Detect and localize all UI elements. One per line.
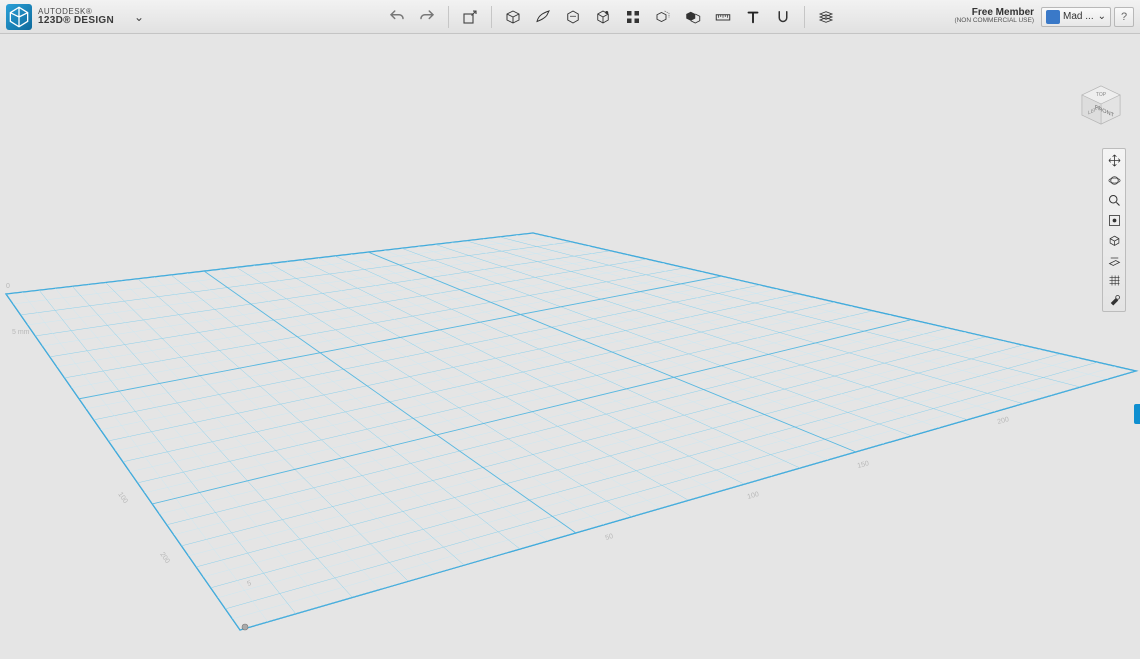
side-panel-handle[interactable] <box>1134 404 1140 424</box>
brand-block: AUTODESK® 123D® DESIGN <box>38 8 114 26</box>
user-dropdown[interactable]: Mad ... ⌄ <box>1041 7 1111 27</box>
primitives-button[interactable] <box>501 5 525 29</box>
measure-button[interactable] <box>711 5 735 29</box>
combine-button[interactable] <box>681 5 705 29</box>
toggle-visibility-button[interactable] <box>1103 230 1125 250</box>
brand-product: 123D® DESIGN <box>38 16 114 26</box>
avatar-icon <box>1046 10 1060 24</box>
orbit-button[interactable] <box>1103 170 1125 190</box>
pan-button[interactable] <box>1103 150 1125 170</box>
help-button[interactable]: ? <box>1114 7 1134 27</box>
3d-canvas[interactable]: 0 5 50 100 150 200 5 mm 100 200 TOP FRON… <box>0 34 1140 659</box>
account-status-sub: (NON COMMERCIAL USE) <box>954 18 1034 25</box>
grid-label: 100 <box>116 491 128 505</box>
viewcube-top-label: TOP <box>1096 92 1107 98</box>
toolbar-divider <box>491 6 492 28</box>
user-name: Mad ... <box>1063 11 1094 22</box>
fit-button[interactable] <box>1103 210 1125 230</box>
pattern-button[interactable] <box>621 5 645 29</box>
grid-label: 100 <box>747 491 760 501</box>
undo-button[interactable] <box>385 5 409 29</box>
viewcube[interactable]: TOP FRONT LEFT <box>1078 82 1124 128</box>
chevron-down-icon: ⌄ <box>1098 11 1106 22</box>
grid-label: 5 mm <box>12 329 30 336</box>
account-status: Free Member (NON COMMERCIAL USE) <box>954 8 1034 25</box>
top-toolbar: AUTODESK® 123D® DESIGN ⌄ <box>0 0 1140 34</box>
toolbar-divider <box>448 6 449 28</box>
snap-button[interactable] <box>771 5 795 29</box>
grid-label: 0 <box>6 283 10 290</box>
grid-label: 5 <box>246 580 252 588</box>
construct-button[interactable] <box>561 5 585 29</box>
navigation-toolbar <box>1102 148 1126 312</box>
insert-button[interactable] <box>458 5 482 29</box>
grid-label: 200 <box>997 416 1010 426</box>
redo-button[interactable] <box>415 5 439 29</box>
toggle-grid-button[interactable] <box>1103 270 1125 290</box>
grid-label: 50 <box>605 533 615 542</box>
grouping-button[interactable] <box>651 5 675 29</box>
ground-plane-grid: 0 5 50 100 150 200 5 mm 100 200 <box>0 34 1140 659</box>
sketch-button[interactable] <box>531 5 555 29</box>
toolbar-divider <box>804 6 805 28</box>
materials-button[interactable] <box>814 5 838 29</box>
toggle-plane-button[interactable] <box>1103 250 1125 270</box>
grid-label: 150 <box>857 460 870 470</box>
app-logo[interactable] <box>6 4 32 30</box>
modify-button[interactable] <box>591 5 615 29</box>
main-menu-chevron-icon[interactable]: ⌄ <box>134 10 144 24</box>
text-button[interactable] <box>741 5 765 29</box>
grid-label: 200 <box>158 551 170 565</box>
zoom-button[interactable] <box>1103 190 1125 210</box>
material-display-button[interactable] <box>1103 290 1125 310</box>
help-label: ? <box>1121 11 1127 23</box>
